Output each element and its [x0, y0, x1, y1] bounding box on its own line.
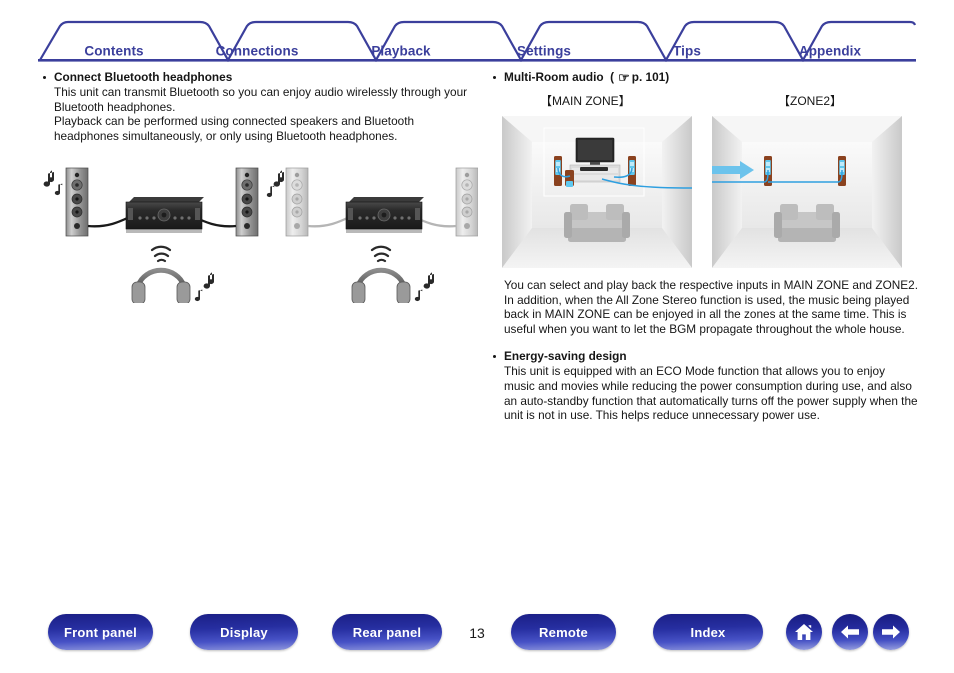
pointing-hand-icon: ☞ — [618, 70, 630, 85]
tab-bar-shape — [38, 20, 916, 62]
tab-tips[interactable]: Tips — [673, 44, 701, 59]
multiroom-audio-section: Multi-Room audio (☞ p. 101) — [490, 70, 918, 85]
tab-bar: Contents Connections Playback Settings T… — [38, 20, 916, 62]
multiroom-diagram — [490, 116, 918, 268]
music-note-icon — [194, 272, 215, 302]
arrow-left-icon — [841, 625, 859, 639]
energy-saving-section: Energy-saving design This unit is equipp… — [490, 349, 918, 422]
section-body: This unit can transmit Bluetooth so you … — [40, 85, 480, 143]
paragraph: Playback can be performed using connecte… — [54, 114, 415, 143]
remote-button[interactable]: Remote — [511, 614, 616, 650]
subwoofer — [565, 170, 574, 187]
home-button[interactable] — [786, 614, 822, 650]
index-button[interactable]: Index — [653, 614, 763, 650]
right-column: Multi-Room audio (☞ p. 101) 【MAIN ZONE】 【… — [490, 70, 918, 423]
section-heading: Connect Bluetooth headphones — [40, 70, 480, 85]
front-panel-button[interactable]: Front panel — [48, 614, 153, 650]
bluetooth-headphones-section: Connect Bluetooth headphones This unit c… — [40, 70, 480, 143]
footer-navigation: Front panel Display Rear panel 13 Remote… — [0, 614, 954, 660]
headphones-a — [131, 267, 191, 303]
tab-playback[interactable]: Playback — [371, 44, 430, 59]
speaker-left-a — [65, 167, 89, 237]
rear-panel-button[interactable]: Rear panel — [332, 614, 442, 650]
room-zone2 — [712, 116, 902, 268]
section-heading: Energy-saving design — [490, 349, 918, 364]
display-button[interactable]: Display — [190, 614, 298, 650]
section-body: This unit is equipped with an ECO Mode f… — [490, 364, 918, 422]
tab-contents[interactable]: Contents — [84, 44, 143, 59]
music-note-icon — [266, 170, 285, 198]
page-number: 13 — [469, 625, 485, 641]
multiroom-body: You can select and play back the respect… — [490, 278, 918, 336]
music-note-icon — [43, 170, 63, 196]
zone-label-zone2: 【ZONE2】 — [778, 94, 843, 108]
bluetooth-headphones-diagram — [28, 158, 478, 303]
speaker-right-a — [235, 167, 259, 237]
wireless-icon — [370, 245, 392, 263]
music-note-icon — [414, 272, 435, 302]
left-column: Connect Bluetooth headphones This unit c… — [40, 70, 480, 143]
av-receiver-b — [345, 197, 424, 233]
tab-appendix[interactable]: Appendix — [799, 44, 861, 59]
av-receiver-a — [125, 197, 204, 233]
paragraph: In addition, when the All Zone Stereo fu… — [504, 292, 910, 336]
paragraph: This unit can transmit Bluetooth so you … — [54, 85, 468, 114]
forward-button[interactable] — [873, 614, 909, 650]
headphones-b — [351, 267, 411, 303]
back-button[interactable] — [832, 614, 868, 650]
section-heading-text: Multi-Room audio — [504, 70, 604, 84]
paragraph: You can select and play back the respect… — [504, 278, 918, 292]
home-icon — [795, 624, 813, 640]
arrow-right-icon — [882, 625, 900, 639]
section-heading: Multi-Room audio (☞ p. 101) — [490, 70, 918, 85]
speaker-left-b — [285, 167, 309, 237]
paragraph: This unit is equipped with an ECO Mode f… — [504, 364, 918, 423]
zone-labels: 【MAIN ZONE】 【ZONE2】 — [490, 92, 918, 114]
tab-connections[interactable]: Connections — [216, 44, 299, 59]
page-reference[interactable]: p. 101 — [632, 70, 665, 84]
room-main-zone — [502, 116, 692, 268]
zone-label-main: 【MAIN ZONE】 — [540, 94, 631, 108]
tab-settings[interactable]: Settings — [517, 44, 571, 59]
wireless-icon — [150, 245, 172, 263]
speaker-right-b — [455, 167, 478, 237]
